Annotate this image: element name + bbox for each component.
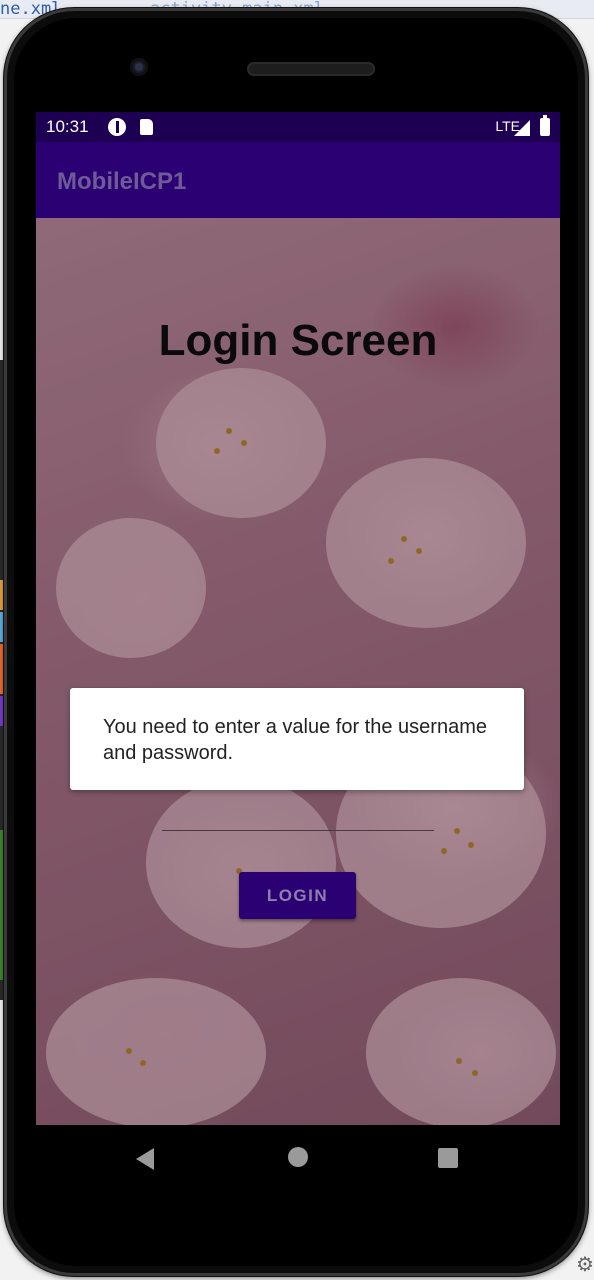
login-button[interactable]: LOGIN <box>239 872 356 919</box>
login-content: Login Screen LOGIN You need to enter a v… <box>36 218 560 1125</box>
back-icon[interactable] <box>136 1148 154 1170</box>
phone-screen: 10:31 LTE MobileICP1 Login Screen LOGIN … <box>36 112 560 1125</box>
gear-icon[interactable]: ⚙ <box>576 1254 594 1276</box>
earpiece-speaker <box>247 62 375 76</box>
data-saver-icon <box>108 118 126 136</box>
sd-card-icon <box>140 119 153 135</box>
app-title: MobileICP1 <box>57 168 187 195</box>
password-field[interactable] <box>162 830 434 831</box>
signal-icon <box>514 120 530 136</box>
app-bar: MobileICP1 <box>36 142 560 218</box>
battery-icon <box>540 115 550 136</box>
system-nav-bar <box>36 1125 560 1193</box>
front-camera <box>130 58 148 76</box>
recents-icon[interactable] <box>438 1148 458 1168</box>
status-time: 10:31 <box>46 117 89 136</box>
status-bar: 10:31 LTE <box>36 112 560 142</box>
page-title: Login Screen <box>158 316 438 365</box>
home-icon[interactable] <box>288 1147 308 1167</box>
toast-message: You need to enter a value for the userna… <box>103 716 487 764</box>
validation-toast: You need to enter a value for the userna… <box>70 688 524 790</box>
